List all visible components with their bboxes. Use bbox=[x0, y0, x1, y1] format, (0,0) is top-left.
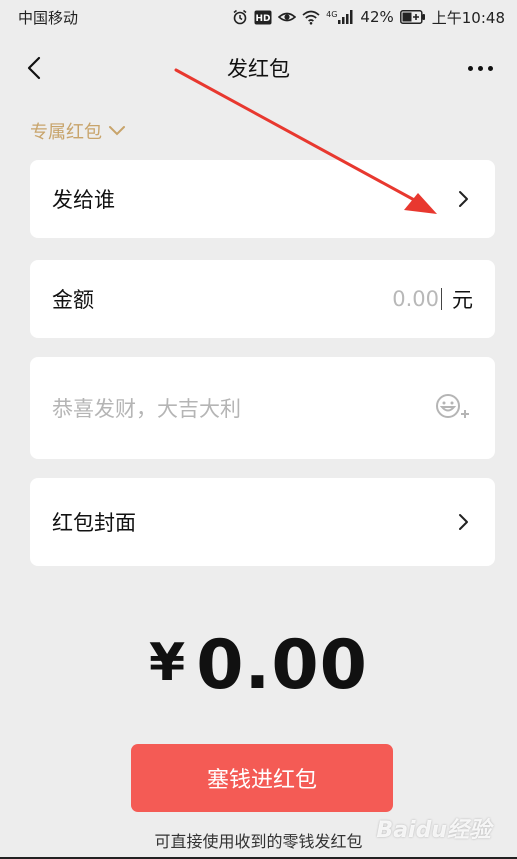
emoji-add-icon[interactable] bbox=[433, 392, 473, 424]
battery-percent: 42% bbox=[360, 8, 394, 26]
network-type-label: 4G bbox=[326, 10, 338, 19]
more-options-icon[interactable] bbox=[468, 56, 493, 80]
amount-row[interactable]: 金额 0.00 元 bbox=[30, 260, 495, 338]
total-amount-value: 0.00 bbox=[196, 626, 368, 705]
text-cursor bbox=[441, 288, 442, 310]
carrier-name: 中国移动 bbox=[18, 8, 79, 27]
wifi-icon bbox=[302, 10, 320, 25]
alarm-icon bbox=[233, 9, 247, 25]
hd-icon: HD bbox=[254, 10, 272, 24]
red-packet-type-label: 专属红包 bbox=[30, 122, 102, 143]
eye-comfort-icon bbox=[278, 12, 297, 22]
back-arrow-icon[interactable] bbox=[22, 54, 50, 82]
clock-time: 上午10:48 bbox=[431, 8, 505, 27]
battery-charging-icon bbox=[399, 10, 425, 24]
currency-symbol: ¥ bbox=[149, 633, 187, 693]
svg-text:HD: HD bbox=[256, 14, 271, 24]
blessing-placeholder: 恭喜发财，大吉大利 bbox=[52, 397, 241, 421]
recipient-row[interactable]: 发给谁 bbox=[30, 160, 495, 238]
total-amount-display: ¥0.00 bbox=[0, 626, 517, 705]
status-icons: HD 4G 42% 上午10:48 bbox=[232, 7, 505, 28]
amount-input[interactable]: 0.00 bbox=[392, 287, 442, 311]
signal-icon bbox=[338, 10, 353, 24]
amount-placeholder: 0.00 bbox=[392, 287, 439, 311]
chevron-right-icon bbox=[459, 191, 468, 207]
amount-label: 金额 bbox=[52, 288, 94, 312]
recipient-label: 发给谁 bbox=[52, 188, 115, 212]
put-money-button[interactable]: 塞钱进红包 bbox=[131, 744, 393, 812]
baidu-watermark: Baidu经验 bbox=[376, 818, 491, 843]
red-packet-cover-row[interactable]: 红包封面 bbox=[30, 478, 495, 566]
cover-label: 红包封面 bbox=[52, 511, 136, 535]
status-bar: 中国移动 HD 4G 42% 上午10:48 bbox=[0, 0, 517, 34]
blessing-message-input[interactable]: 恭喜发财，大吉大利 bbox=[30, 357, 495, 459]
chevron-down-icon bbox=[109, 126, 125, 136]
nav-bar: 发红包 bbox=[0, 44, 517, 92]
page-title: 发红包 bbox=[227, 57, 290, 81]
red-packet-type-selector[interactable]: 专属红包 bbox=[30, 118, 126, 144]
amount-unit: 元 bbox=[452, 288, 473, 312]
chevron-right-icon bbox=[459, 514, 468, 530]
